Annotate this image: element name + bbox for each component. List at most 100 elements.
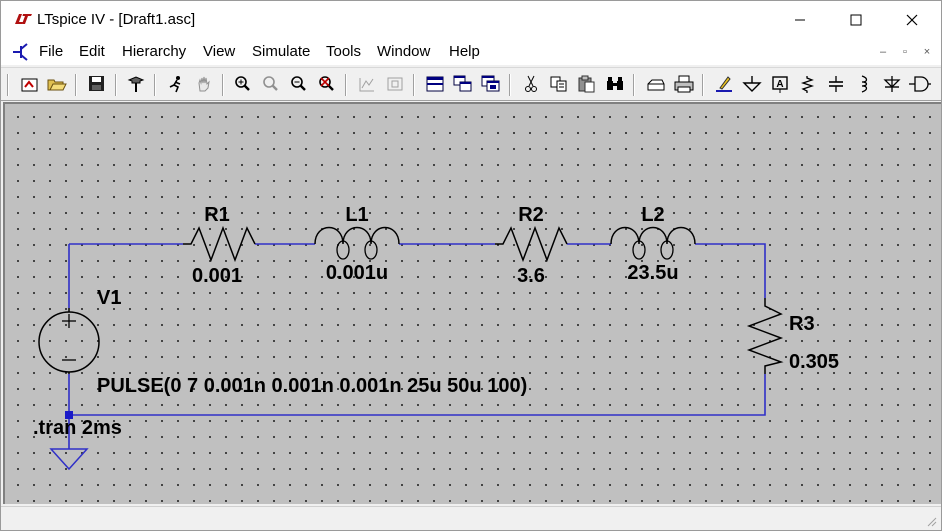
diode-button[interactable]	[881, 73, 903, 95]
toolbar-separator	[633, 74, 635, 96]
open-icon	[47, 79, 67, 91]
zoom-out-icon	[291, 76, 306, 91]
zoom-pan-button[interactable]	[260, 73, 282, 95]
status-bar	[1, 506, 941, 530]
menu-tools[interactable]: Tools	[326, 43, 361, 60]
v1-ref-label: V1	[97, 287, 121, 309]
minimize-icon	[795, 19, 805, 21]
cascade-icon	[453, 75, 472, 92]
toolbar-separator	[413, 74, 415, 96]
mdi-restore-button[interactable]: ▫	[897, 44, 913, 60]
mdi-minimize-button[interactable]: –	[875, 44, 891, 60]
label-net-button[interactable]: A	[769, 73, 791, 95]
tran-directive[interactable]: .tran 2ms	[33, 417, 122, 439]
schematic-doc-icon[interactable]	[9, 41, 33, 63]
toolbar-separator	[509, 74, 511, 96]
zoom-in-button[interactable]	[232, 73, 254, 95]
inductor-button[interactable]	[853, 73, 875, 95]
toolbar-grip	[7, 74, 9, 96]
print-setup-icon	[647, 79, 665, 91]
autorange-button[interactable]	[356, 73, 378, 95]
save-icon	[89, 76, 104, 91]
voltage-source-v1[interactable]: V1 PULSE(0 7 0.001n 0.001n 0.001n 25u 50…	[38, 287, 527, 397]
app-window: LTspice IV - [Draft1.asc] File Edit Hier…	[0, 0, 942, 531]
menu-window[interactable]: Window	[377, 43, 430, 60]
close-icon	[906, 14, 918, 26]
tile-button[interactable]	[424, 73, 446, 95]
inductor-l1[interactable]: L1 0.001u	[314, 204, 400, 284]
component-icon	[909, 76, 931, 92]
schematic-drawing: R1 0.001 L1 0.001u R2 3.6 L2 23.5u R3 0.…	[33, 204, 839, 471]
autorange-icon	[359, 78, 374, 92]
label-net-icon: A	[772, 76, 788, 93]
resistor-button[interactable]	[797, 73, 819, 95]
control-panel-button[interactable]	[125, 73, 147, 95]
component-button[interactable]	[909, 73, 931, 95]
toolbar-separator	[75, 74, 77, 96]
l2-value-label: 23.5u	[627, 262, 678, 284]
l1-value-label: 0.001u	[326, 262, 388, 284]
menu-file[interactable]: File	[39, 43, 63, 60]
zoom-out-button[interactable]	[288, 73, 310, 95]
halt-button[interactable]	[193, 73, 215, 95]
new-schematic-button[interactable]	[19, 73, 41, 95]
ltspice-logo-icon	[15, 14, 32, 24]
menu-view[interactable]: View	[203, 43, 235, 60]
view-fit-icon	[387, 77, 403, 91]
copy-button[interactable]	[548, 73, 570, 95]
toolbar-separator	[115, 74, 117, 96]
toolbar-separator	[222, 74, 224, 96]
toolbar-separator	[702, 74, 704, 96]
menu-bar: File Edit Hierarchy View Simulate Tools …	[1, 39, 941, 65]
cascade-button[interactable]	[452, 73, 474, 95]
resistor-r1[interactable]: R1 0.001	[183, 204, 256, 287]
menu-help[interactable]: Help	[449, 43, 480, 60]
r1-value-label: 0.001	[192, 265, 242, 287]
run-icon	[169, 76, 181, 93]
draw-wire-icon	[716, 76, 732, 92]
find-button[interactable]	[604, 73, 626, 95]
schematic-canvas[interactable]: R1 0.001 L1 0.001u R2 3.6 L2 23.5u R3 0.…	[3, 102, 941, 504]
menu-hierarchy[interactable]: Hierarchy	[122, 43, 186, 60]
inductor-l2[interactable]: L2 23.5u	[610, 204, 696, 284]
open-button[interactable]	[46, 73, 68, 95]
run-button[interactable]	[165, 73, 187, 95]
diode-icon	[883, 76, 901, 92]
save-button[interactable]	[86, 73, 108, 95]
capacitor-icon	[829, 76, 843, 92]
find-icon	[607, 77, 623, 90]
svg-text:A: A	[776, 79, 783, 90]
control-panel-icon	[127, 76, 145, 92]
maximize-icon	[850, 14, 862, 26]
menu-edit[interactable]: Edit	[79, 43, 105, 60]
cut-icon	[525, 75, 537, 92]
print-button[interactable]	[673, 73, 695, 95]
zoom-fit-button[interactable]	[316, 73, 338, 95]
ground-button[interactable]	[741, 73, 763, 95]
paste-icon	[578, 75, 595, 93]
zoom-in-icon	[235, 76, 250, 91]
close-button[interactable]	[889, 1, 935, 39]
resistor-r3[interactable]: R3 0.305	[746, 298, 839, 374]
close-window-button[interactable]	[480, 73, 502, 95]
cut-button[interactable]	[520, 73, 542, 95]
paste-button[interactable]	[576, 73, 598, 95]
title-bar: LTspice IV - [Draft1.asc]	[1, 1, 941, 39]
minimize-button[interactable]	[777, 1, 823, 39]
resistor-r2[interactable]: R2 3.6	[495, 204, 568, 287]
menu-simulate[interactable]: Simulate	[252, 43, 310, 60]
tile-icon	[426, 76, 444, 92]
resize-grip-icon[interactable]	[925, 515, 937, 527]
print-setup-button[interactable]	[645, 73, 667, 95]
halt-icon	[198, 76, 210, 92]
mdi-close-button[interactable]: ×	[919, 44, 935, 60]
r1-ref-label: R1	[204, 204, 230, 226]
inductor-icon	[861, 75, 868, 93]
ground-symbol[interactable]	[49, 448, 89, 471]
maximize-button[interactable]	[833, 1, 879, 39]
resistor-icon	[800, 76, 815, 93]
view-fit-button[interactable]	[384, 73, 406, 95]
draw-wire-button[interactable]	[713, 73, 735, 95]
capacitor-button[interactable]	[825, 73, 847, 95]
copy-icon	[550, 76, 567, 92]
